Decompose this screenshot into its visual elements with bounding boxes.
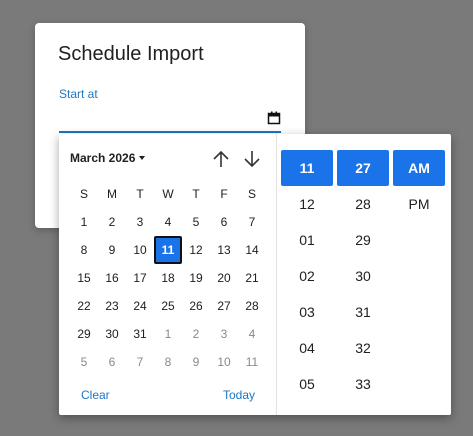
calendar-day[interactable]: 9 [182,348,210,376]
arrow-down-icon[interactable] [243,149,261,169]
calendar-day[interactable]: 18 [154,264,182,292]
selected-day[interactable]: 11 [154,236,182,264]
calendar-day[interactable]: 11 [238,348,266,376]
hour-option[interactable]: 12 [281,186,333,222]
calendar-day[interactable]: 17 [126,264,154,292]
calendar-day[interactable]: 2 [182,320,210,348]
calendar-day[interactable]: 4 [238,320,266,348]
hour-option[interactable]: 05 [281,366,333,402]
calendar-day[interactable]: 23 [98,292,126,320]
calendar-day[interactable]: 7 [238,208,266,236]
calendar-day[interactable]: 10 [210,348,238,376]
weekday-header: S [247,187,256,201]
today-button[interactable]: Today [223,388,255,402]
calendar-day[interactable]: 14 [238,236,266,264]
calendar-grid: S M T W T F S 1 2 3 4 5 6 7 8 9 10 11 12 13 14 15 16 17 18 19 20 21… [70,180,266,376]
weekday-header: T [136,187,144,201]
hour-option[interactable]: 04 [281,330,333,366]
time-panel: 11 12 01 02 03 04 05 27 28 29 30 31 32 33 AM PM [277,134,451,415]
calendar-day[interactable]: 21 [238,264,266,292]
weekday-header: M [107,187,117,201]
calendar-day[interactable]: 20 [210,264,238,292]
minute-option[interactable]: 31 [337,294,389,330]
start-at-label: Start at [59,87,98,101]
selected-hour-option[interactable]: 11 [281,150,333,186]
minute-option[interactable]: 30 [337,258,389,294]
calendar-day[interactable]: 12 [182,236,210,264]
calendar-day[interactable]: 10 [126,236,154,264]
weekday-header: S [79,187,88,201]
selected-ampm-option[interactable]: AM [393,150,445,186]
minute-option[interactable]: 33 [337,366,389,402]
calendar-day[interactable]: 22 [70,292,98,320]
calendar-day[interactable]: 27 [210,292,238,320]
calendar-day[interactable]: 28 [238,292,266,320]
minute-option[interactable]: 32 [337,330,389,366]
calendar-day[interactable]: 7 [126,348,154,376]
calendar-day[interactable]: 13 [210,236,238,264]
weekday-header: W [162,187,174,201]
dialog-title: Schedule Import [58,43,204,65]
calendar-day[interactable]: 1 [70,208,98,236]
calendar-day[interactable]: 5 [70,348,98,376]
calendar-day[interactable]: 5 [182,208,210,236]
calendar-day[interactable]: 8 [70,236,98,264]
calendar-day[interactable]: 29 [70,320,98,348]
hour-option[interactable]: 01 [281,222,333,258]
month-year-label: March 2026 [70,151,136,165]
weekday-header: T [192,187,200,201]
minute-option[interactable]: 29 [337,222,389,258]
datetime-picker-popup: March 2026 S M T W T F S 1 2 3 4 5 6 7 8 9 10 11 12 13 14 15 1… [59,134,451,415]
calendar-day[interactable]: 3 [126,208,154,236]
clear-button[interactable]: Clear [81,388,110,402]
calendar-day[interactable]: 6 [210,208,238,236]
hour-option[interactable]: 03 [281,294,333,330]
calendar-day[interactable]: 25 [154,292,182,320]
calendar-day[interactable]: 16 [98,264,126,292]
minute-option[interactable]: 28 [337,186,389,222]
calendar-day[interactable]: 3 [210,320,238,348]
calendar-panel: March 2026 S M T W T F S 1 2 3 4 5 6 7 8 9 10 11 12 13 14 15 1… [59,134,276,415]
calendar-day[interactable]: 1 [154,320,182,348]
calendar-day[interactable]: 6 [98,348,126,376]
selected-minute-option[interactable]: 27 [337,150,389,186]
hour-option[interactable]: 02 [281,258,333,294]
calendar-day[interactable]: 15 [70,264,98,292]
minutes-column: 27 28 29 30 31 32 33 [337,150,389,402]
calendar-day[interactable]: 2 [98,208,126,236]
hours-column: 11 12 01 02 03 04 05 [281,150,333,402]
calendar-day[interactable]: 9 [98,236,126,264]
ampm-column: AM PM [393,150,445,222]
calendar-day[interactable]: 8 [154,348,182,376]
calendar-day[interactable]: 26 [182,292,210,320]
calendar-day[interactable]: 19 [182,264,210,292]
calendar-day[interactable]: 30 [98,320,126,348]
month-year-selector[interactable]: March 2026 [70,151,146,165]
caret-down-icon [139,156,146,160]
weekday-header: F [220,187,228,201]
start-at-input[interactable] [59,109,281,133]
calendar-day[interactable]: 31 [126,320,154,348]
ampm-option[interactable]: PM [393,186,445,222]
calendar-icon[interactable] [267,111,281,125]
calendar-day[interactable]: 4 [154,208,182,236]
arrow-up-icon[interactable] [212,149,230,169]
calendar-day[interactable]: 24 [126,292,154,320]
